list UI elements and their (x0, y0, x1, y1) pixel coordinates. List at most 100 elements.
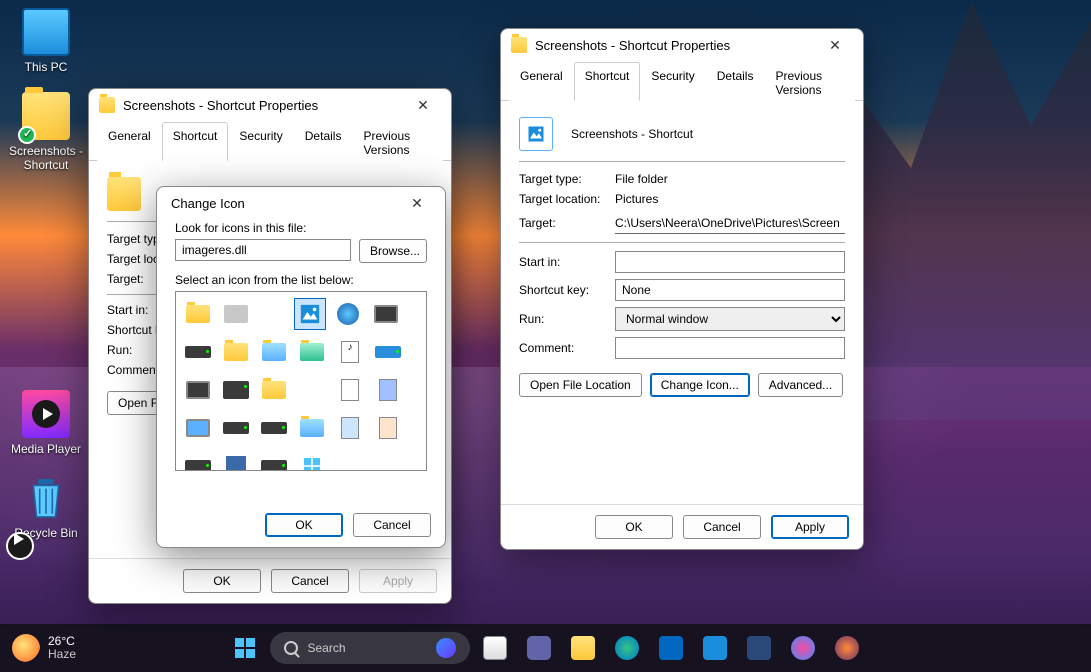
tab-general[interactable]: General (509, 62, 574, 101)
icon-item-ssd[interactable] (220, 374, 252, 406)
icon-item-music-doc[interactable]: ♪ (334, 336, 366, 368)
taskbar-clipchamp[interactable] (784, 629, 822, 667)
desktop-icon-label: Media Player (8, 442, 84, 456)
tab-security[interactable]: Security (640, 62, 705, 101)
desktop-icon-this-pc[interactable]: This PC (8, 8, 84, 74)
label-look-for-icons: Look for icons in this file: (175, 221, 427, 235)
desktop-icon-screenshots-shortcut[interactable]: Screenshots - Shortcut (8, 92, 84, 172)
desktop-icon-media-player[interactable]: Media Player (8, 390, 84, 456)
target-input[interactable] (615, 212, 845, 234)
shortcut-key-input[interactable] (615, 279, 845, 301)
icon-item-globe[interactable] (332, 298, 364, 330)
icon-item-folder[interactable] (182, 298, 214, 330)
label-run: Run: (519, 312, 615, 326)
icon-item-folder[interactable] (258, 374, 290, 406)
cancel-button[interactable]: Cancel (271, 569, 349, 593)
shortcut-large-icon (107, 177, 141, 211)
label-target-location: Target location: (519, 192, 615, 206)
taskbar-weather[interactable]: 26°C Haze (12, 634, 76, 662)
start-button[interactable] (226, 629, 264, 667)
icon-item-drive[interactable] (258, 450, 290, 471)
ok-button[interactable]: OK (265, 513, 343, 537)
taskbar-explorer[interactable] (564, 629, 602, 667)
folder-icon (99, 97, 115, 113)
window-change-icon[interactable]: Change Icon ✕ Look for icons in this fil… (156, 186, 446, 548)
cancel-button[interactable]: Cancel (683, 515, 761, 539)
cancel-button[interactable]: Cancel (353, 513, 431, 537)
icon-item-video-doc[interactable] (372, 374, 404, 406)
advanced-button[interactable]: Advanced... (758, 373, 843, 397)
icon-item-monitor[interactable] (182, 374, 214, 406)
shortcut-large-icon (519, 117, 553, 151)
ok-button[interactable]: OK (183, 569, 261, 593)
open-file-location-button[interactable]: Open File Location (519, 373, 642, 397)
start-in-input[interactable] (615, 251, 845, 273)
icon-file-input[interactable] (175, 239, 351, 261)
label-target: Target: (519, 216, 615, 230)
icon-item-search-folder[interactable] (296, 412, 328, 444)
apply-button[interactable]: Apply (359, 569, 437, 593)
close-button[interactable]: ✕ (405, 91, 441, 119)
close-button[interactable]: ✕ (817, 31, 853, 59)
tab-previous-versions[interactable]: Previous Versions (352, 122, 443, 161)
search-icon (284, 641, 298, 655)
icon-item-network-drive[interactable] (372, 336, 404, 368)
icon-item-monitor[interactable] (370, 298, 402, 330)
run-select[interactable]: Normal window (615, 307, 845, 331)
icon-item-drive[interactable] (258, 412, 290, 444)
label-shortcut-key: Shortcut key: (519, 283, 615, 297)
window-title: Change Icon (167, 196, 391, 211)
taskbar-mail[interactable] (696, 629, 734, 667)
icon-item-folder-green[interactable] (296, 336, 328, 368)
taskbar[interactable]: 26°C Haze Search (0, 624, 1091, 672)
icon-item-drive-error[interactable] (220, 412, 252, 444)
icon-item-programs[interactable] (334, 412, 366, 444)
tab-details[interactable]: Details (706, 62, 765, 101)
icon-item-run[interactable] (182, 412, 214, 444)
weather-desc: Haze (48, 648, 76, 661)
label-select-icon: Select an icon from the list below: (175, 273, 427, 287)
folder-shortcut-icon (22, 92, 70, 140)
icon-item-drive[interactable] (182, 336, 214, 368)
tab-previous-versions[interactable]: Previous Versions (764, 62, 855, 101)
change-icon-button[interactable]: Change Icon... (650, 373, 750, 397)
value-target-type: File folder (615, 172, 845, 186)
close-button[interactable]: ✕ (399, 189, 435, 217)
weather-icon (12, 634, 40, 662)
icon-item-windows[interactable] (296, 450, 328, 471)
taskbar-chat[interactable] (520, 629, 558, 667)
tab-shortcut[interactable]: Shortcut (574, 62, 641, 101)
taskbar-store[interactable] (652, 629, 690, 667)
taskbar-edge[interactable] (608, 629, 646, 667)
icon-item-text-doc[interactable] (334, 374, 366, 406)
desktop-icon-recycle-bin[interactable]: Recycle Bin (8, 474, 84, 540)
window-shortcut-properties-right[interactable]: Screenshots - Shortcut Properties ✕ Gene… (500, 28, 864, 550)
icon-item-contact[interactable] (372, 412, 404, 444)
tab-general[interactable]: General (97, 122, 162, 161)
icon-item-folder-blue[interactable] (258, 336, 290, 368)
tab-details[interactable]: Details (294, 122, 353, 161)
window-title: Screenshots - Shortcut Properties (535, 38, 809, 53)
ok-button[interactable]: OK (595, 515, 673, 539)
icon-item-picture[interactable] (294, 298, 326, 330)
icon-item-folder-gray[interactable] (220, 298, 252, 330)
folder-icon (511, 37, 527, 53)
taskbar-search[interactable]: Search (270, 632, 470, 664)
tab-shortcut[interactable]: Shortcut (162, 122, 229, 161)
taskbar-media-player[interactable] (828, 629, 866, 667)
icon-item-floppy[interactable] (220, 450, 252, 471)
value-target-location: Pictures (615, 192, 845, 206)
icon-list[interactable]: ♪ (175, 291, 427, 471)
task-view-button[interactable] (476, 629, 514, 667)
shortcut-name: Screenshots - Shortcut (571, 127, 693, 141)
tab-security[interactable]: Security (228, 122, 293, 161)
comment-input[interactable] (615, 337, 845, 359)
bing-chat-icon[interactable] (436, 638, 456, 658)
browse-button[interactable]: Browse... (359, 239, 427, 263)
desktop-icon-label: Screenshots - Shortcut (8, 144, 84, 172)
apply-button[interactable]: Apply (771, 515, 849, 539)
taskbar-calculator[interactable] (740, 629, 778, 667)
icon-item-folder[interactable] (220, 336, 252, 368)
recycle-bin-icon (22, 474, 70, 522)
icon-item-drive-ok[interactable] (182, 450, 214, 471)
